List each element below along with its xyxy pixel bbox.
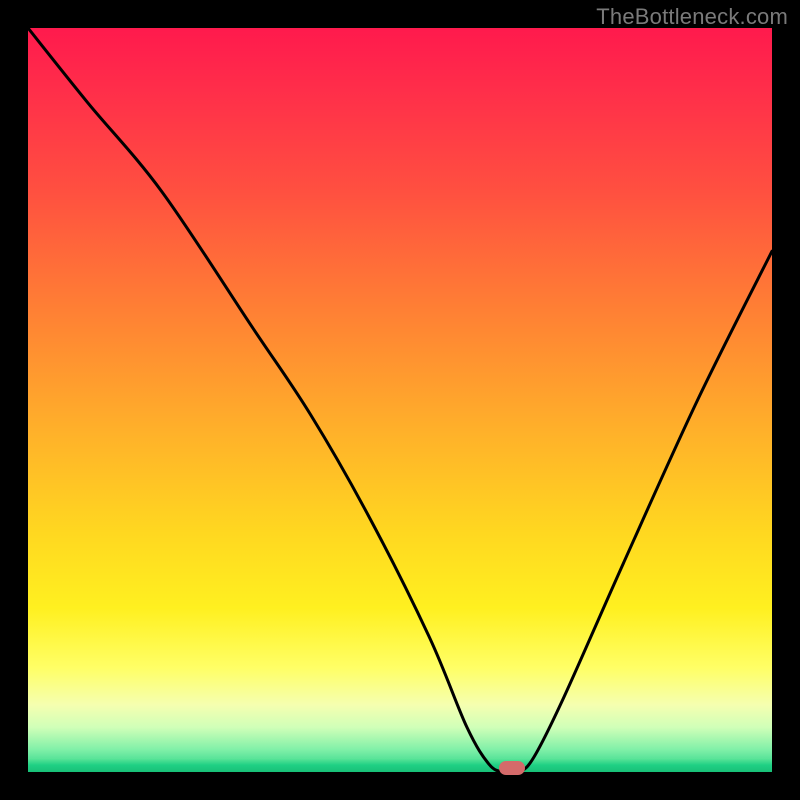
plot-area (28, 28, 772, 772)
bottleneck-curve (28, 28, 772, 772)
watermark-text: TheBottleneck.com (596, 4, 788, 30)
chart-frame: TheBottleneck.com (0, 0, 800, 800)
optimal-point-marker (499, 761, 525, 775)
curve-path (28, 28, 772, 772)
